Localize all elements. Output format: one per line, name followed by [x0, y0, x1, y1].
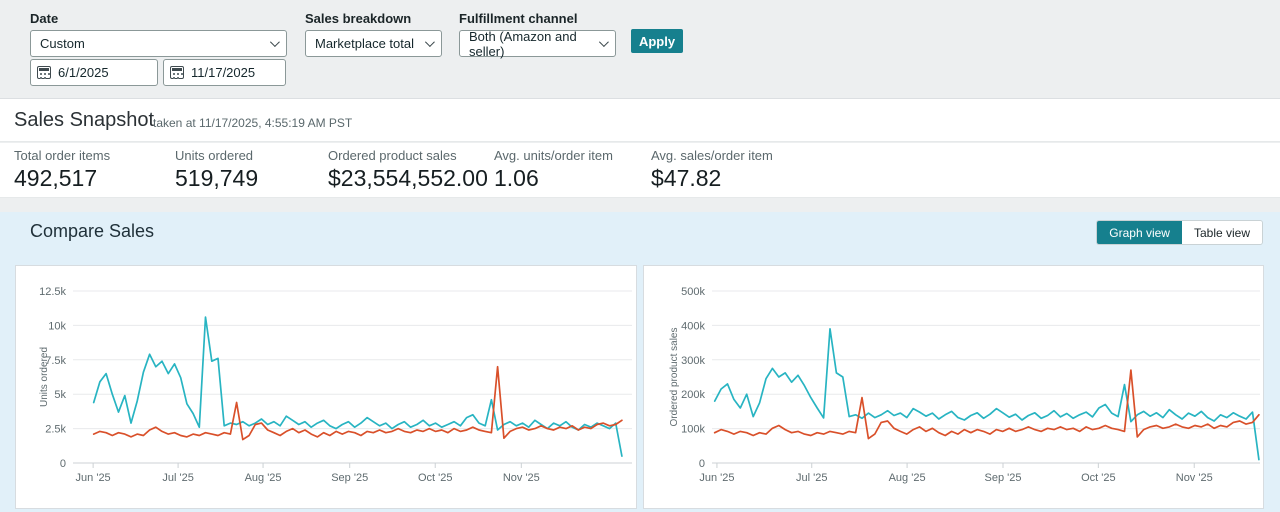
metric-label: Avg. units/order item	[494, 148, 613, 163]
sales-snapshot-title: Sales Snapshot	[14, 109, 154, 132]
x-tick-label: Sep '25	[331, 472, 368, 484]
date-label: Date	[30, 11, 58, 26]
date-range-value: Custom	[40, 36, 85, 51]
sales-snapshot-header: Sales Snapshot taken at 11/17/2025, 4:55…	[0, 98, 1280, 142]
fulfillment-channel-label: Fulfillment channel	[459, 11, 577, 26]
y-axis-title: Ordered product sales	[669, 328, 680, 427]
x-tick-label: Aug '25	[889, 472, 926, 484]
metric-units-ordered: Units ordered 519,749	[175, 148, 258, 192]
y-tick-label: 200k	[681, 389, 705, 401]
y-tick-label: 12.5k	[39, 286, 66, 298]
date-range-select[interactable]: Custom	[30, 30, 287, 57]
metric-avg-sales-order-item: Avg. sales/order item $47.82	[651, 148, 773, 192]
compare-sales-section: Compare Sales Graph view Table view 0 2.5…	[0, 212, 1280, 512]
filter-bar: Date Custom Sales breakdown Marketplace …	[0, 0, 1280, 98]
x-tick-label: Nov '25	[503, 472, 540, 484]
metric-value: 519,749	[175, 165, 258, 192]
snapshot-metrics-row: Total order items 492,517 Units ordered …	[0, 143, 1280, 198]
x-tick-label: Oct '25	[418, 472, 453, 484]
sales-breakdown-select[interactable]: Marketplace total	[305, 30, 442, 57]
x-tick-label: Jul '25	[796, 472, 827, 484]
table-view-button[interactable]: Table view	[1182, 221, 1262, 244]
y-tick-label: 2.5k	[45, 424, 66, 436]
start-date-input[interactable]	[58, 65, 143, 80]
units-ordered-chart[interactable]: 02.5k5k7.5k10k12.5kJun '25Jul '25Aug '25…	[16, 266, 636, 508]
calendar-icon	[37, 66, 51, 79]
ordered-product-sales-chart-card: 0 100k 200k 300k 400k 500k Jun '25 Jul '25 Aug '…	[643, 265, 1264, 509]
end-date-field[interactable]	[163, 59, 286, 86]
fulfillment-channel-select[interactable]: Both (Amazon and seller)	[459, 30, 616, 57]
fulfillment-channel-value: Both (Amazon and seller)	[469, 29, 591, 59]
y-tick-label: 400k	[681, 320, 705, 332]
chart-line-teal-line	[94, 317, 622, 456]
y-tick-label: 10k	[48, 320, 66, 332]
x-tick-label: Sep '25	[985, 472, 1022, 484]
sales-breakdown-label: Sales breakdown	[305, 11, 411, 26]
x-tick-label: Nov '25	[1176, 472, 1213, 484]
y-tick-label: 0	[699, 458, 705, 470]
metric-label: Ordered product sales	[328, 148, 488, 163]
end-date-input[interactable]	[191, 65, 276, 80]
y-tick-label: 500k	[681, 286, 705, 298]
metric-value: 492,517	[14, 165, 110, 192]
y-tick-label: 100k	[681, 424, 705, 436]
x-tick-label: Jun '25	[76, 472, 111, 484]
metric-ordered-product-sales: Ordered product sales $23,554,552.00	[328, 148, 488, 192]
metric-total-order-items: Total order items 492,517	[14, 148, 110, 192]
metric-value: 1.06	[494, 165, 613, 192]
metric-value: $47.82	[651, 165, 773, 192]
x-tick-label: Oct '25	[1081, 472, 1116, 484]
chevron-down-icon	[425, 37, 435, 47]
compare-sales-title: Compare Sales	[30, 221, 154, 242]
metric-label: Units ordered	[175, 148, 258, 163]
metric-label: Total order items	[14, 148, 110, 163]
y-tick-label: 5k	[54, 389, 66, 401]
y-tick-label: 300k	[681, 355, 705, 367]
x-tick-label: Jun '25	[699, 472, 734, 484]
units-ordered-chart-card: 02.5k5k7.5k10k12.5kJun '25Jul '25Aug '25…	[15, 265, 637, 509]
x-tick-label: Aug '25	[245, 472, 282, 484]
y-axis-title: Units ordered	[39, 347, 50, 407]
x-tick-label: Jul '25	[162, 472, 193, 484]
sales-breakdown-value: Marketplace total	[315, 36, 414, 51]
metric-avg-units-order-item: Avg. units/order item 1.06	[494, 148, 613, 192]
snapshot-timestamp: taken at 11/17/2025, 4:55:19 AM PST	[153, 116, 352, 130]
chevron-down-icon	[270, 37, 280, 47]
ordered-product-sales-chart[interactable]: 0 100k 200k 300k 400k 500k Jun '25 Jul '25 Aug '…	[644, 266, 1263, 508]
start-date-field[interactable]	[30, 59, 158, 86]
chevron-down-icon	[599, 37, 609, 47]
view-toggle: Graph view Table view	[1097, 221, 1262, 244]
metric-label: Avg. sales/order item	[651, 148, 773, 163]
calendar-icon	[170, 66, 184, 79]
graph-view-button[interactable]: Graph view	[1097, 221, 1182, 244]
y-tick-label: 0	[60, 458, 66, 470]
apply-button[interactable]: Apply	[631, 29, 683, 53]
metric-value: $23,554,552.00	[328, 165, 488, 192]
